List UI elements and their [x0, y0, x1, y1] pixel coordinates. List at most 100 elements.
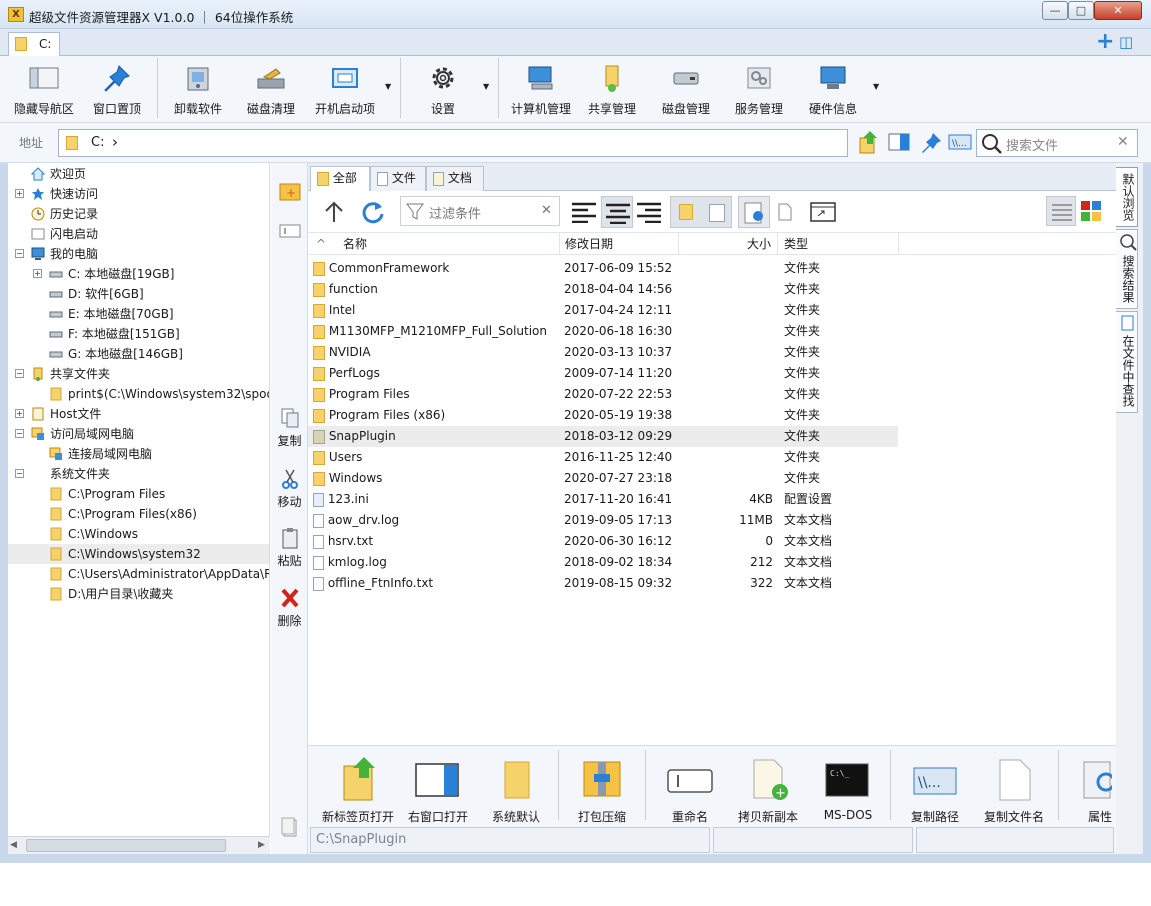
- filter-input[interactable]: 过滤条件 ✕: [400, 196, 560, 226]
- file-row[interactable]: NVIDIA 2020-03-13 10:37 文件夹: [308, 342, 898, 363]
- chevron-down-icon[interactable]: ▼: [483, 82, 489, 91]
- hide-nav-button[interactable]: 隐藏导航区: [8, 60, 80, 118]
- address-path[interactable]: C:: [91, 135, 104, 150]
- column-date[interactable]: 修改日期: [560, 233, 679, 255]
- title-bar[interactable]: X 超级文件资源管理器X V1.0.0 ｜ 64位操作系统 — □ ✕: [0, 0, 1151, 29]
- file-row[interactable]: PerfLogs 2009-07-14 11:20 文件夹: [308, 363, 898, 384]
- split-view-button[interactable]: ◫: [1119, 33, 1133, 51]
- nav-tree-item[interactable]: C:\Program Files(x86): [8, 504, 269, 524]
- file-row[interactable]: function 2018-04-04 14:56 文件夹: [308, 279, 898, 300]
- tab-c-drive[interactable]: C:: [8, 32, 60, 56]
- nav-tree-item[interactable]: print$(C:\Windows\system32\spool\drivers…: [8, 384, 269, 404]
- nav-tree-item[interactable]: − 系统文件夹: [8, 464, 269, 484]
- nav-tree-item[interactable]: + C: 本地磁盘[19GB]: [8, 264, 269, 284]
- clipboard-button[interactable]: [271, 816, 308, 841]
- nav-tree-item[interactable]: C:\Users\Administrator\AppData\Roaming: [8, 564, 269, 584]
- panel-toggle-button[interactable]: [888, 133, 910, 154]
- share-management-button[interactable]: 共享管理: [581, 60, 643, 118]
- show-folders-icon[interactable]: [679, 204, 693, 220]
- nav-tree-item[interactable]: E: 本地磁盘[70GB]: [8, 304, 269, 324]
- settings-button[interactable]: 设置: [410, 60, 476, 118]
- system-default-button[interactable]: 系统默认: [480, 750, 552, 824]
- column-size[interactable]: 大小: [679, 233, 778, 255]
- properties-button[interactable]: 属性: [1068, 750, 1116, 822]
- scroll-left-arrow[interactable]: ◀: [10, 840, 17, 850]
- nav-tree-item[interactable]: F: 本地磁盘[151GB]: [8, 324, 269, 344]
- file-row[interactable]: 123.ini 2017-11-20 16:41 4KB 配置设置: [308, 489, 898, 510]
- tab-files[interactable]: 文件: [370, 166, 426, 191]
- file-row[interactable]: SnapPlugin 2018-03-12 09:29 文件夹: [308, 426, 898, 447]
- paste-button[interactable]: 粘贴: [271, 527, 308, 569]
- file-row[interactable]: CommonFramework 2017-06-09 15:52 文件夹: [308, 258, 898, 279]
- expand-icon[interactable]: +: [15, 409, 24, 418]
- rename-button[interactable]: 重命名: [654, 750, 726, 824]
- startup-items-button[interactable]: 开机启动项: [308, 60, 382, 118]
- tab-documents[interactable]: 文档: [426, 166, 484, 191]
- favorite-button[interactable]: [920, 132, 942, 157]
- refresh-icon[interactable]: [360, 199, 386, 225]
- hardware-info-button[interactable]: 硬件信息: [800, 60, 866, 118]
- move-button[interactable]: 移动: [271, 468, 308, 510]
- service-management-button[interactable]: 服务管理: [726, 60, 792, 118]
- minimize-button[interactable]: —: [1042, 1, 1068, 20]
- compress-button[interactable]: 打包压缩: [566, 750, 638, 824]
- thumbnail-view-icon[interactable]: [1080, 200, 1102, 222]
- chevron-down-icon[interactable]: ▼: [873, 82, 879, 91]
- maximize-button[interactable]: □: [1068, 1, 1094, 20]
- scroll-thumb[interactable]: [26, 839, 226, 852]
- column-name[interactable]: ^ 名称: [308, 233, 560, 255]
- computer-management-button[interactable]: 计算机管理: [505, 60, 577, 118]
- expand-icon[interactable]: +: [33, 269, 42, 278]
- preview-button[interactable]: [738, 196, 770, 228]
- blank-file-icon[interactable]: [778, 203, 792, 221]
- file-row[interactable]: Intel 2017-04-24 12:11 文件夹: [308, 300, 898, 321]
- collapse-icon[interactable]: −: [15, 249, 24, 258]
- file-row[interactable]: hsrv.txt 2020-06-30 16:12 0 文本文档: [308, 531, 898, 552]
- nav-tree-item[interactable]: − 我的电脑: [8, 244, 269, 264]
- nav-tree-item[interactable]: D:\用户目录\收藏夹: [8, 584, 269, 604]
- nav-tree-item[interactable]: C:\Windows\system32: [8, 544, 269, 564]
- tab-default-browse[interactable]: 默认浏览: [1116, 167, 1138, 227]
- nav-tree-item[interactable]: + 快速访问: [8, 184, 269, 204]
- expand-icon[interactable]: +: [15, 189, 24, 198]
- delete-button[interactable]: 删除: [271, 587, 308, 629]
- go-up-button[interactable]: [858, 130, 878, 156]
- horizontal-scrollbar[interactable]: ◀ ▶: [8, 836, 270, 854]
- disk-management-button[interactable]: 磁盘管理: [652, 60, 720, 118]
- pin-window-button[interactable]: 窗口置顶: [84, 60, 150, 118]
- add-tab-button[interactable]: +: [1096, 30, 1114, 54]
- file-row[interactable]: Program Files (x86) 2020-05-19 19:38 文件夹: [308, 405, 898, 426]
- nav-tree-item[interactable]: − 共享文件夹: [8, 364, 269, 384]
- rename-quick-button[interactable]: [271, 223, 308, 242]
- nav-tree-item[interactable]: + Host文件: [8, 404, 269, 424]
- file-row[interactable]: aow_drv.log 2019-09-05 17:13 11MB 文本文档: [308, 510, 898, 531]
- column-type[interactable]: 类型: [778, 233, 899, 255]
- msdos-button[interactable]: C:\_ MS-DOS: [812, 750, 884, 822]
- align-left-icon[interactable]: [571, 201, 597, 223]
- tab-all[interactable]: 全部: [310, 166, 370, 191]
- chevron-down-icon[interactable]: ▼: [385, 82, 391, 91]
- scroll-right-arrow[interactable]: ▶: [258, 840, 265, 850]
- nav-tree-item[interactable]: C:\Program Files: [8, 484, 269, 504]
- copy-filename-button[interactable]: 复制文件名: [976, 750, 1052, 824]
- collapse-icon[interactable]: −: [15, 469, 24, 478]
- chevron-right-icon[interactable]: ›: [112, 133, 118, 151]
- nav-tree-item[interactable]: 闪电启动: [8, 224, 269, 244]
- file-row[interactable]: kmlog.log 2018-09-02 18:34 212 文本文档: [308, 552, 898, 573]
- search-input[interactable]: 搜索文件 ✕: [976, 129, 1138, 157]
- file-row[interactable]: M1130MFP_M1210MFP_Full_Solution 2020-06-1…: [308, 321, 898, 342]
- file-row[interactable]: Program Files 2020-07-22 22:53 文件夹: [308, 384, 898, 405]
- collapse-icon[interactable]: −: [15, 369, 24, 378]
- nav-tree-item[interactable]: − 访问局域网电脑: [8, 424, 269, 444]
- file-row[interactable]: offline_FtnInfo.txt 2019-08-15 09:32 322 文本…: [308, 573, 898, 594]
- close-button[interactable]: ✕: [1094, 1, 1142, 20]
- open-in-right-window-button[interactable]: 右窗口打开: [402, 750, 474, 824]
- nav-tree-item[interactable]: 欢迎页: [8, 164, 269, 184]
- file-row[interactable]: Users 2016-11-25 12:40 文件夹: [308, 447, 898, 468]
- address-input[interactable]: C: ›: [58, 129, 848, 157]
- path-copy-button[interactable]: \\...: [948, 133, 972, 154]
- nav-tree-item[interactable]: 历史记录: [8, 204, 269, 224]
- uninstall-button[interactable]: 卸载软件: [164, 60, 232, 118]
- nav-tree-item[interactable]: 连接局域网电脑: [8, 444, 269, 464]
- new-folder-button[interactable]: +: [271, 179, 308, 206]
